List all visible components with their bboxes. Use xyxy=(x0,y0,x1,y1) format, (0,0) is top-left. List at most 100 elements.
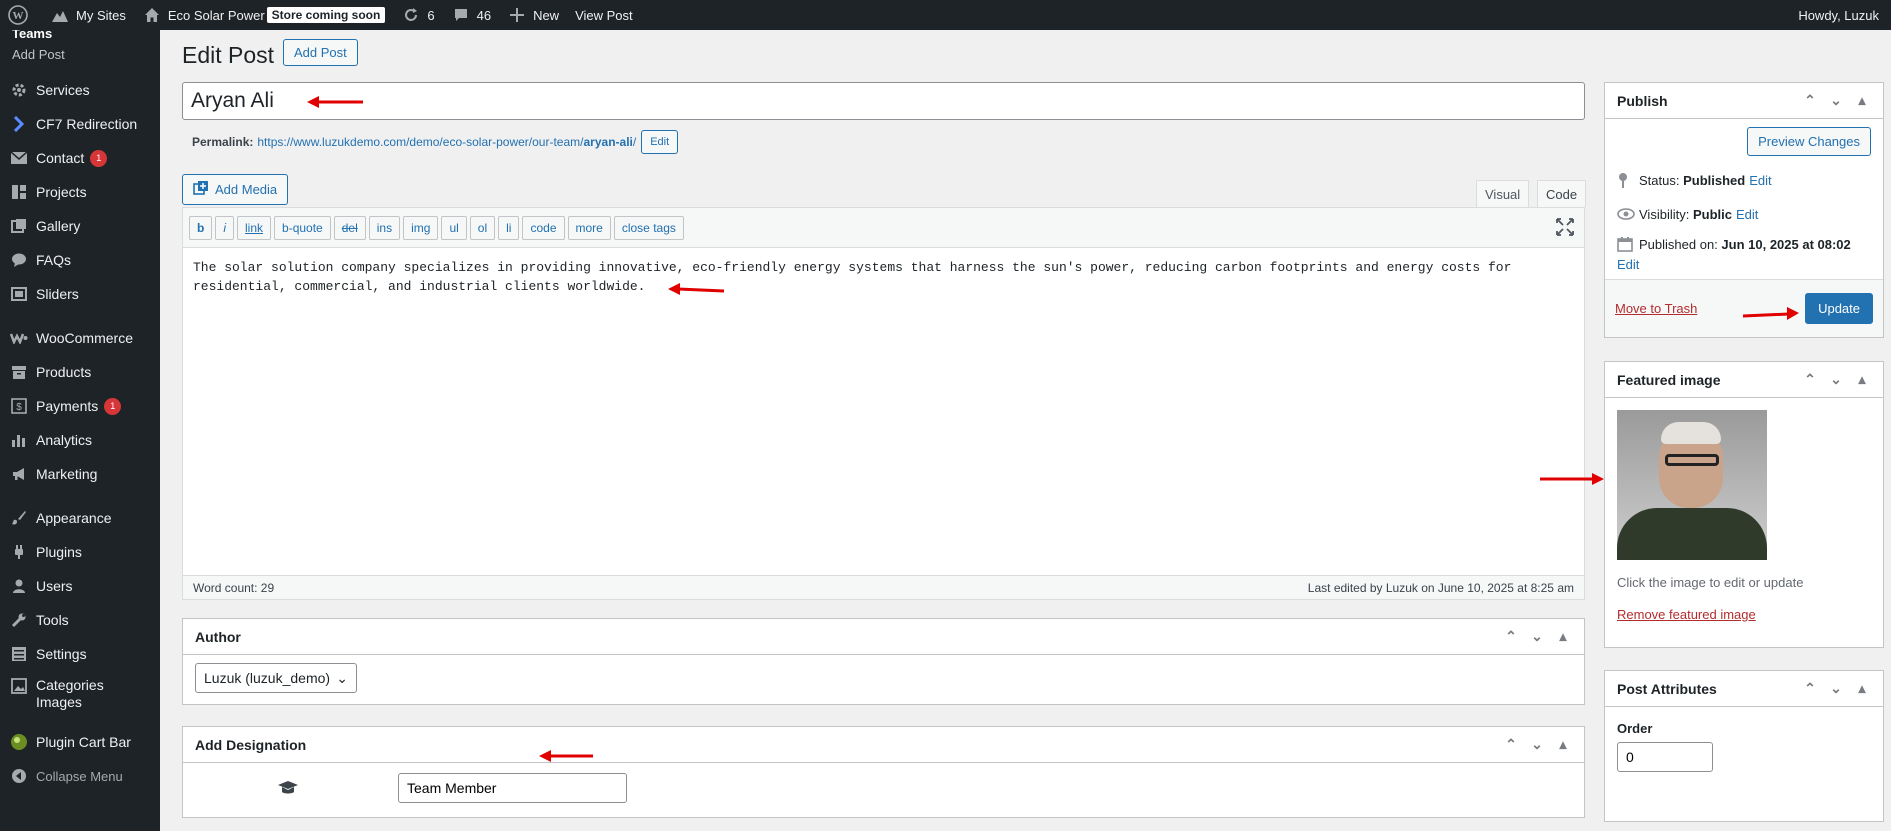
sidebar-item-faqs[interactable]: FAQs xyxy=(0,243,160,277)
qt-close-tags-button[interactable]: close tags xyxy=(613,215,684,240)
toggle-panel-icon[interactable]: ▴ xyxy=(1853,92,1871,109)
update-button[interactable]: Update xyxy=(1805,293,1873,324)
author-select[interactable]: Luzuk (luzuk_demo) ⌄ xyxy=(195,663,357,693)
designation-row xyxy=(183,763,1584,813)
tab-code[interactable]: Code xyxy=(1537,180,1587,208)
sidebar-submenu-add-post[interactable]: Add Post xyxy=(0,44,160,66)
author-metabox: Author ⌃ ⌄ ▴ Luzuk (luzuk_demo) ⌄ xyxy=(182,618,1585,705)
fullscreen-icon[interactable] xyxy=(1556,218,1574,239)
add-media-button[interactable]: Add Media xyxy=(182,174,289,205)
sidebar-item-marketing[interactable]: Marketing xyxy=(0,457,160,491)
sidebar-item-projects[interactable]: Projects xyxy=(0,175,160,209)
sidebar-item-cf7-redirection[interactable]: CF7 Redirection xyxy=(0,107,160,141)
sidebar-item-settings[interactable]: Settings xyxy=(0,637,160,671)
updates-menu[interactable]: 6 xyxy=(393,0,442,30)
sidebar-item-plugin-cart-bar[interactable]: Plugin Cart Bar xyxy=(0,725,160,759)
featured-image-thumbnail[interactable] xyxy=(1617,410,1767,560)
move-up-icon[interactable]: ⌃ xyxy=(1801,92,1819,109)
collapse-menu-button[interactable]: Collapse Menu xyxy=(0,759,160,793)
collapse-icon xyxy=(10,767,28,785)
qt-del-button[interactable]: del xyxy=(333,215,366,240)
plug-icon xyxy=(10,543,28,561)
store-coming-soon-badge[interactable]: Store coming soon xyxy=(266,7,386,23)
author-metabox-header[interactable]: Author ⌃ ⌄ ▴ xyxy=(183,619,1584,655)
comments-menu[interactable]: 46 xyxy=(443,0,499,30)
qt-ins-button[interactable]: ins xyxy=(368,215,401,240)
sidebar-item-products[interactable]: Products xyxy=(0,355,160,389)
add-post-button[interactable]: Add Post xyxy=(283,39,358,66)
add-media-label: Add Media xyxy=(215,182,278,197)
edit-slug-button[interactable]: Edit xyxy=(641,130,679,154)
annotation-arrow xyxy=(539,750,593,762)
sidebar-item-payments[interactable]: $ Payments 1 xyxy=(0,389,160,423)
sidebar-item-label: Settings xyxy=(36,646,87,662)
post-title-input[interactable] xyxy=(182,82,1585,120)
sidebar-item-label: Plugin Cart Bar xyxy=(36,734,131,750)
move-down-icon[interactable]: ⌄ xyxy=(1528,736,1546,753)
post-content-textarea[interactable]: The solar solution company specializes i… xyxy=(183,248,1584,548)
move-down-icon[interactable]: ⌄ xyxy=(1827,371,1845,388)
move-down-icon[interactable]: ⌄ xyxy=(1827,680,1845,697)
post-attributes-metabox-header[interactable]: Post Attributes ⌃ ⌄ ▴ xyxy=(1605,671,1883,707)
move-up-icon[interactable]: ⌃ xyxy=(1801,680,1819,697)
wordpress-logo-icon: W xyxy=(8,5,28,25)
qt-bold-button[interactable]: b xyxy=(189,215,213,240)
order-input[interactable] xyxy=(1617,742,1713,772)
svg-text:W: W xyxy=(13,10,24,22)
move-up-icon[interactable]: ⌃ xyxy=(1801,371,1819,388)
annotation-arrow xyxy=(1743,307,1799,320)
move-to-trash-link[interactable]: Move to Trash xyxy=(1615,301,1697,316)
publish-metabox-header[interactable]: Publish ⌃ ⌄ ▴ xyxy=(1605,83,1883,119)
edit-published-date-link[interactable]: Edit xyxy=(1617,257,1639,272)
permalink-label: Permalink: xyxy=(192,135,254,149)
qt-img-button[interactable]: img xyxy=(403,215,439,240)
sidebar-item-categories-images[interactable]: Categories Images xyxy=(0,671,160,719)
qt-more-button[interactable]: more xyxy=(567,215,611,240)
toggle-panel-icon[interactable]: ▴ xyxy=(1554,628,1572,645)
sidebar-item-label: Categories Images xyxy=(36,677,104,710)
sidebar-item-tools[interactable]: Tools xyxy=(0,603,160,637)
howdy-account-menu[interactable]: Howdy, Luzuk xyxy=(1790,0,1891,30)
toggle-panel-icon[interactable]: ▴ xyxy=(1554,736,1572,753)
qt-italic-button[interactable]: i xyxy=(215,215,235,240)
edit-status-link[interactable]: Edit xyxy=(1749,173,1771,188)
sidebar-item-plugins[interactable]: Plugins xyxy=(0,535,160,569)
qt-blockquote-button[interactable]: b-quote xyxy=(274,215,331,240)
qt-code-button[interactable]: code xyxy=(522,215,565,240)
edit-visibility-link[interactable]: Edit xyxy=(1736,207,1758,222)
designation-input[interactable] xyxy=(398,773,627,803)
qt-ul-button[interactable]: ul xyxy=(441,215,467,240)
sidebar-item-analytics[interactable]: Analytics xyxy=(0,423,160,457)
sidebar-item-woocommerce[interactable]: WooCommerce xyxy=(0,321,160,355)
permalink-url[interactable]: https://www.luzukdemo.com/demo/eco-solar… xyxy=(257,135,636,149)
qt-ol-button[interactable]: ol xyxy=(469,215,496,240)
tab-visual[interactable]: Visual xyxy=(1476,180,1530,208)
my-sites-menu[interactable]: My Sites xyxy=(42,0,134,30)
designation-metabox-header[interactable]: Add Designation ⌃ ⌄ ▴ xyxy=(183,727,1584,763)
toggle-panel-icon[interactable]: ▴ xyxy=(1853,371,1871,388)
sidebar-item-contact[interactable]: Contact 1 xyxy=(0,141,160,175)
featured-image-metabox-header[interactable]: Featured image ⌃ ⌄ ▴ xyxy=(1605,362,1883,398)
wordpress-logo-menu[interactable]: W xyxy=(0,0,42,30)
sidebar-item-label: Projects xyxy=(36,184,87,200)
sidebar-item-gallery[interactable]: Gallery xyxy=(0,209,160,243)
move-down-icon[interactable]: ⌄ xyxy=(1827,92,1845,109)
sidebar-submenu-header-teams[interactable]: Teams xyxy=(0,30,160,44)
sidebar-item-users[interactable]: Users xyxy=(0,569,160,603)
sidebar-item-appearance[interactable]: Appearance xyxy=(0,501,160,535)
sidebar-item-label: Appearance xyxy=(36,510,112,526)
move-up-icon[interactable]: ⌃ xyxy=(1502,628,1520,645)
new-content-menu[interactable]: New xyxy=(499,0,567,30)
remove-featured-image-link[interactable]: Remove featured image xyxy=(1617,607,1871,622)
toggle-panel-icon[interactable]: ▴ xyxy=(1853,680,1871,697)
preview-changes-button[interactable]: Preview Changes xyxy=(1747,127,1871,156)
site-name-menu[interactable]: Eco Solar Power Store coming soon xyxy=(134,0,394,30)
sidebar-item-sliders[interactable]: Sliders xyxy=(0,277,160,311)
move-down-icon[interactable]: ⌄ xyxy=(1528,628,1546,645)
qt-link-button[interactable]: link xyxy=(237,215,272,240)
view-post-link[interactable]: View Post xyxy=(567,0,641,30)
qt-li-button[interactable]: li xyxy=(498,215,520,240)
move-up-icon[interactable]: ⌃ xyxy=(1502,736,1520,753)
visibility-label: Visibility: xyxy=(1639,206,1690,222)
sidebar-item-services[interactable]: Services xyxy=(0,73,160,107)
